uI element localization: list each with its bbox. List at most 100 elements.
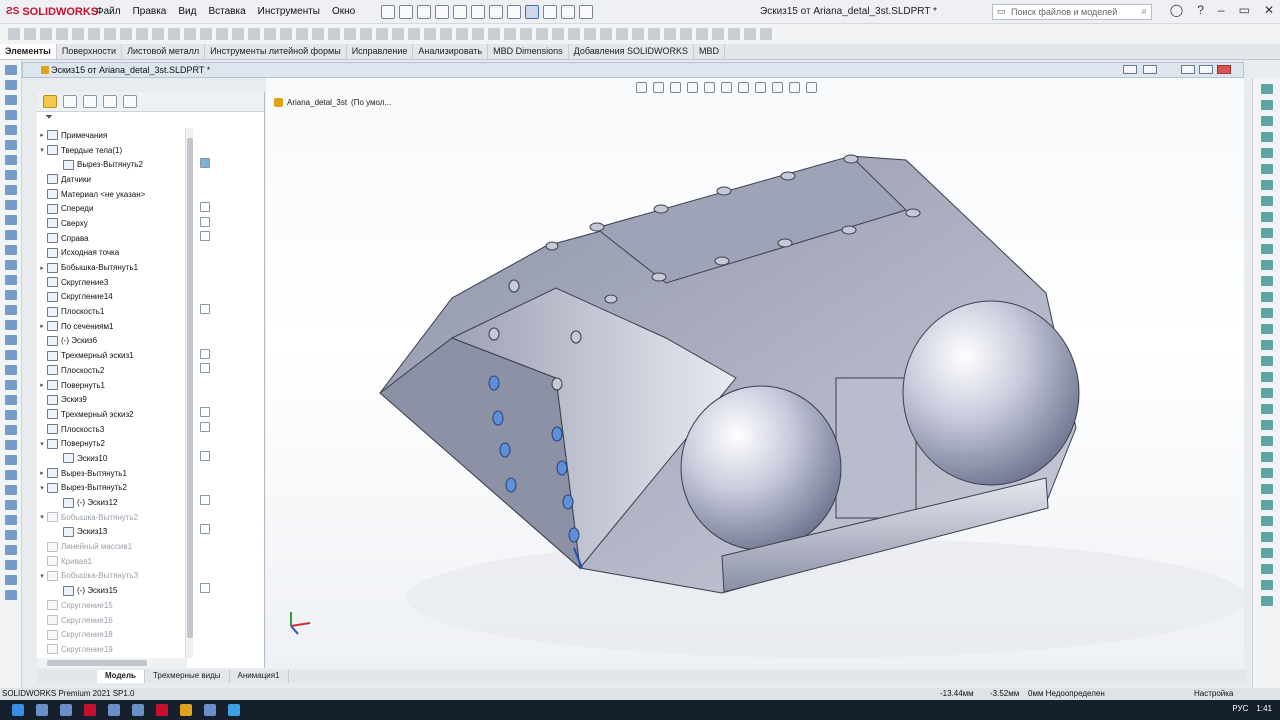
tool-icon[interactable] [664, 28, 676, 40]
tool-icon[interactable] [1260, 500, 1273, 510]
tool-icon[interactable] [424, 28, 436, 40]
tool-icon[interactable] [56, 28, 68, 40]
tile-icon[interactable] [1123, 65, 1137, 74]
tree-node[interactable]: Плоскость1 [37, 304, 187, 319]
tab-addins[interactable]: Добавления SOLIDWORKS [569, 44, 695, 59]
tree-node[interactable]: ▾ Повернуть2 [37, 436, 187, 451]
search-taskbar-icon[interactable] [36, 704, 48, 716]
tool-icon[interactable] [696, 28, 708, 40]
save-icon[interactable] [417, 4, 432, 19]
tool-icon[interactable] [120, 28, 132, 40]
graphics-area[interactable]: Ariana_detal_3st (По умол... [266, 78, 1244, 668]
sketch-tool-icon[interactable] [4, 380, 17, 390]
sketch-tool-icon[interactable] [4, 170, 17, 180]
doc-restore-icon[interactable] [1199, 65, 1213, 74]
search-icon[interactable]: ⌕ [1141, 6, 1147, 17]
tool-icon[interactable] [1260, 100, 1273, 110]
sketch-tool-icon[interactable] [4, 500, 17, 510]
sketch-tool-icon[interactable] [4, 200, 17, 210]
tree-node[interactable]: (-) Эскиз12 [37, 495, 187, 510]
tab-evaluate[interactable]: Анализировать [413, 44, 489, 59]
sketch-tool-icon[interactable] [4, 290, 17, 300]
close-icon[interactable]: ✕ [1264, 3, 1274, 17]
tool-icon[interactable] [1260, 372, 1273, 382]
document-tab[interactable]: Эскиз15 от Ariana_detal_3st.SLDPRT * [22, 62, 1244, 78]
tool-icon[interactable] [1260, 164, 1273, 174]
tool-icon[interactable] [1260, 436, 1273, 446]
tool-icon[interactable] [472, 28, 484, 40]
tool-icon[interactable] [24, 28, 36, 40]
tool-icon[interactable] [1260, 260, 1273, 270]
print-icon[interactable] [453, 4, 468, 19]
tool-icon[interactable] [104, 28, 116, 40]
task-view-icon[interactable] [60, 704, 72, 716]
rebuild-icon[interactable] [561, 4, 576, 19]
tab-sheet-metal[interactable]: Листовой металл [122, 44, 206, 59]
tool-icon[interactable] [1260, 132, 1273, 142]
tree-node[interactable]: Трехмерный эскиз2 [37, 407, 187, 422]
tree-node[interactable]: Скругление19 [37, 642, 187, 657]
tree-node[interactable]: ▸ По сечениям1 [37, 319, 187, 334]
save-as-icon[interactable] [435, 4, 450, 19]
tool-icon[interactable] [280, 28, 292, 40]
sketch-tool-icon[interactable] [4, 215, 17, 225]
doc-close-icon[interactable] [1217, 65, 1231, 74]
tool-icon[interactable] [1260, 340, 1273, 350]
tree-node[interactable]: Скругление15 [37, 598, 187, 613]
tool-icon[interactable] [248, 28, 260, 40]
tool-icon[interactable] [184, 28, 196, 40]
tree-node[interactable]: Сверху [37, 216, 187, 231]
tool-icon[interactable] [296, 28, 308, 40]
tree-node[interactable]: Скругление18 [37, 627, 187, 642]
tab-mbd[interactable]: MBD [694, 44, 726, 59]
tree-node[interactable]: ▾ Вырез-Вытянуть2 [37, 481, 187, 496]
tree-node[interactable]: ▸ Бобышка-Вытянуть1 [37, 260, 187, 275]
tool-icon[interactable] [312, 28, 324, 40]
tool-icon[interactable] [1260, 84, 1273, 94]
tree-node[interactable]: Материал <не указан> [37, 187, 187, 202]
help-icon[interactable]: ? [1197, 3, 1204, 17]
open-icon[interactable] [399, 4, 414, 19]
maximize-icon[interactable]: ▭ [1239, 3, 1250, 17]
sketch-tool-icon[interactable] [4, 440, 17, 450]
tree-node[interactable]: (-) Эскиз15 [37, 583, 187, 598]
tab-model[interactable]: Модель [97, 670, 145, 683]
tool-icon[interactable] [1260, 548, 1273, 558]
sketch-tool-icon[interactable] [4, 305, 17, 315]
clock[interactable]: 1:41 [1256, 704, 1272, 713]
sketch-tool-icon[interactable] [4, 485, 17, 495]
sketch-tool-icon[interactable] [4, 350, 17, 360]
expand-arrow-icon[interactable]: ▸ [37, 322, 47, 330]
sketch-tool-icon[interactable] [4, 395, 17, 405]
tree-node[interactable]: Плоскость2 [37, 363, 187, 378]
tool-icon[interactable] [1260, 564, 1273, 574]
search-input[interactable]: ▭ Поиск файлов и моделей ⌕ [992, 4, 1152, 20]
explorer-icon[interactable] [180, 704, 192, 716]
sketch-tool-icon[interactable] [4, 275, 17, 285]
tool-icon[interactable] [1260, 580, 1273, 590]
tool-icon[interactable] [1260, 276, 1273, 286]
tool-icon[interactable] [488, 28, 500, 40]
menu-window[interactable]: Окно [326, 6, 361, 17]
sketch-tool-icon[interactable] [4, 140, 17, 150]
tree-node[interactable]: Плоскость3 [37, 422, 187, 437]
tool-icon[interactable] [40, 28, 52, 40]
expand-arrow-icon[interactable]: ▾ [37, 572, 47, 580]
tool-icon[interactable] [728, 28, 740, 40]
tool-icon[interactable] [264, 28, 276, 40]
tree-scrollbar[interactable] [185, 128, 193, 658]
sketch-tool-icon[interactable] [4, 320, 17, 330]
tile-icon[interactable] [1143, 65, 1157, 74]
tool-icon[interactable] [648, 28, 660, 40]
sketch-tool-icon[interactable] [4, 65, 17, 75]
dimxpert-tab-icon[interactable] [103, 95, 117, 108]
tool-icon[interactable] [760, 28, 772, 40]
options-gear-icon[interactable] [579, 4, 594, 19]
sketch-tool-icon[interactable] [4, 185, 17, 195]
tree-node[interactable]: ▾ Бобышка-Вытянуть3 [37, 569, 187, 584]
tool-icon[interactable] [88, 28, 100, 40]
tool-icon[interactable] [1260, 388, 1273, 398]
sketch-tool-icon[interactable] [4, 425, 17, 435]
expand-arrow-icon[interactable]: ▸ [37, 264, 47, 272]
tool-icon[interactable] [552, 28, 564, 40]
